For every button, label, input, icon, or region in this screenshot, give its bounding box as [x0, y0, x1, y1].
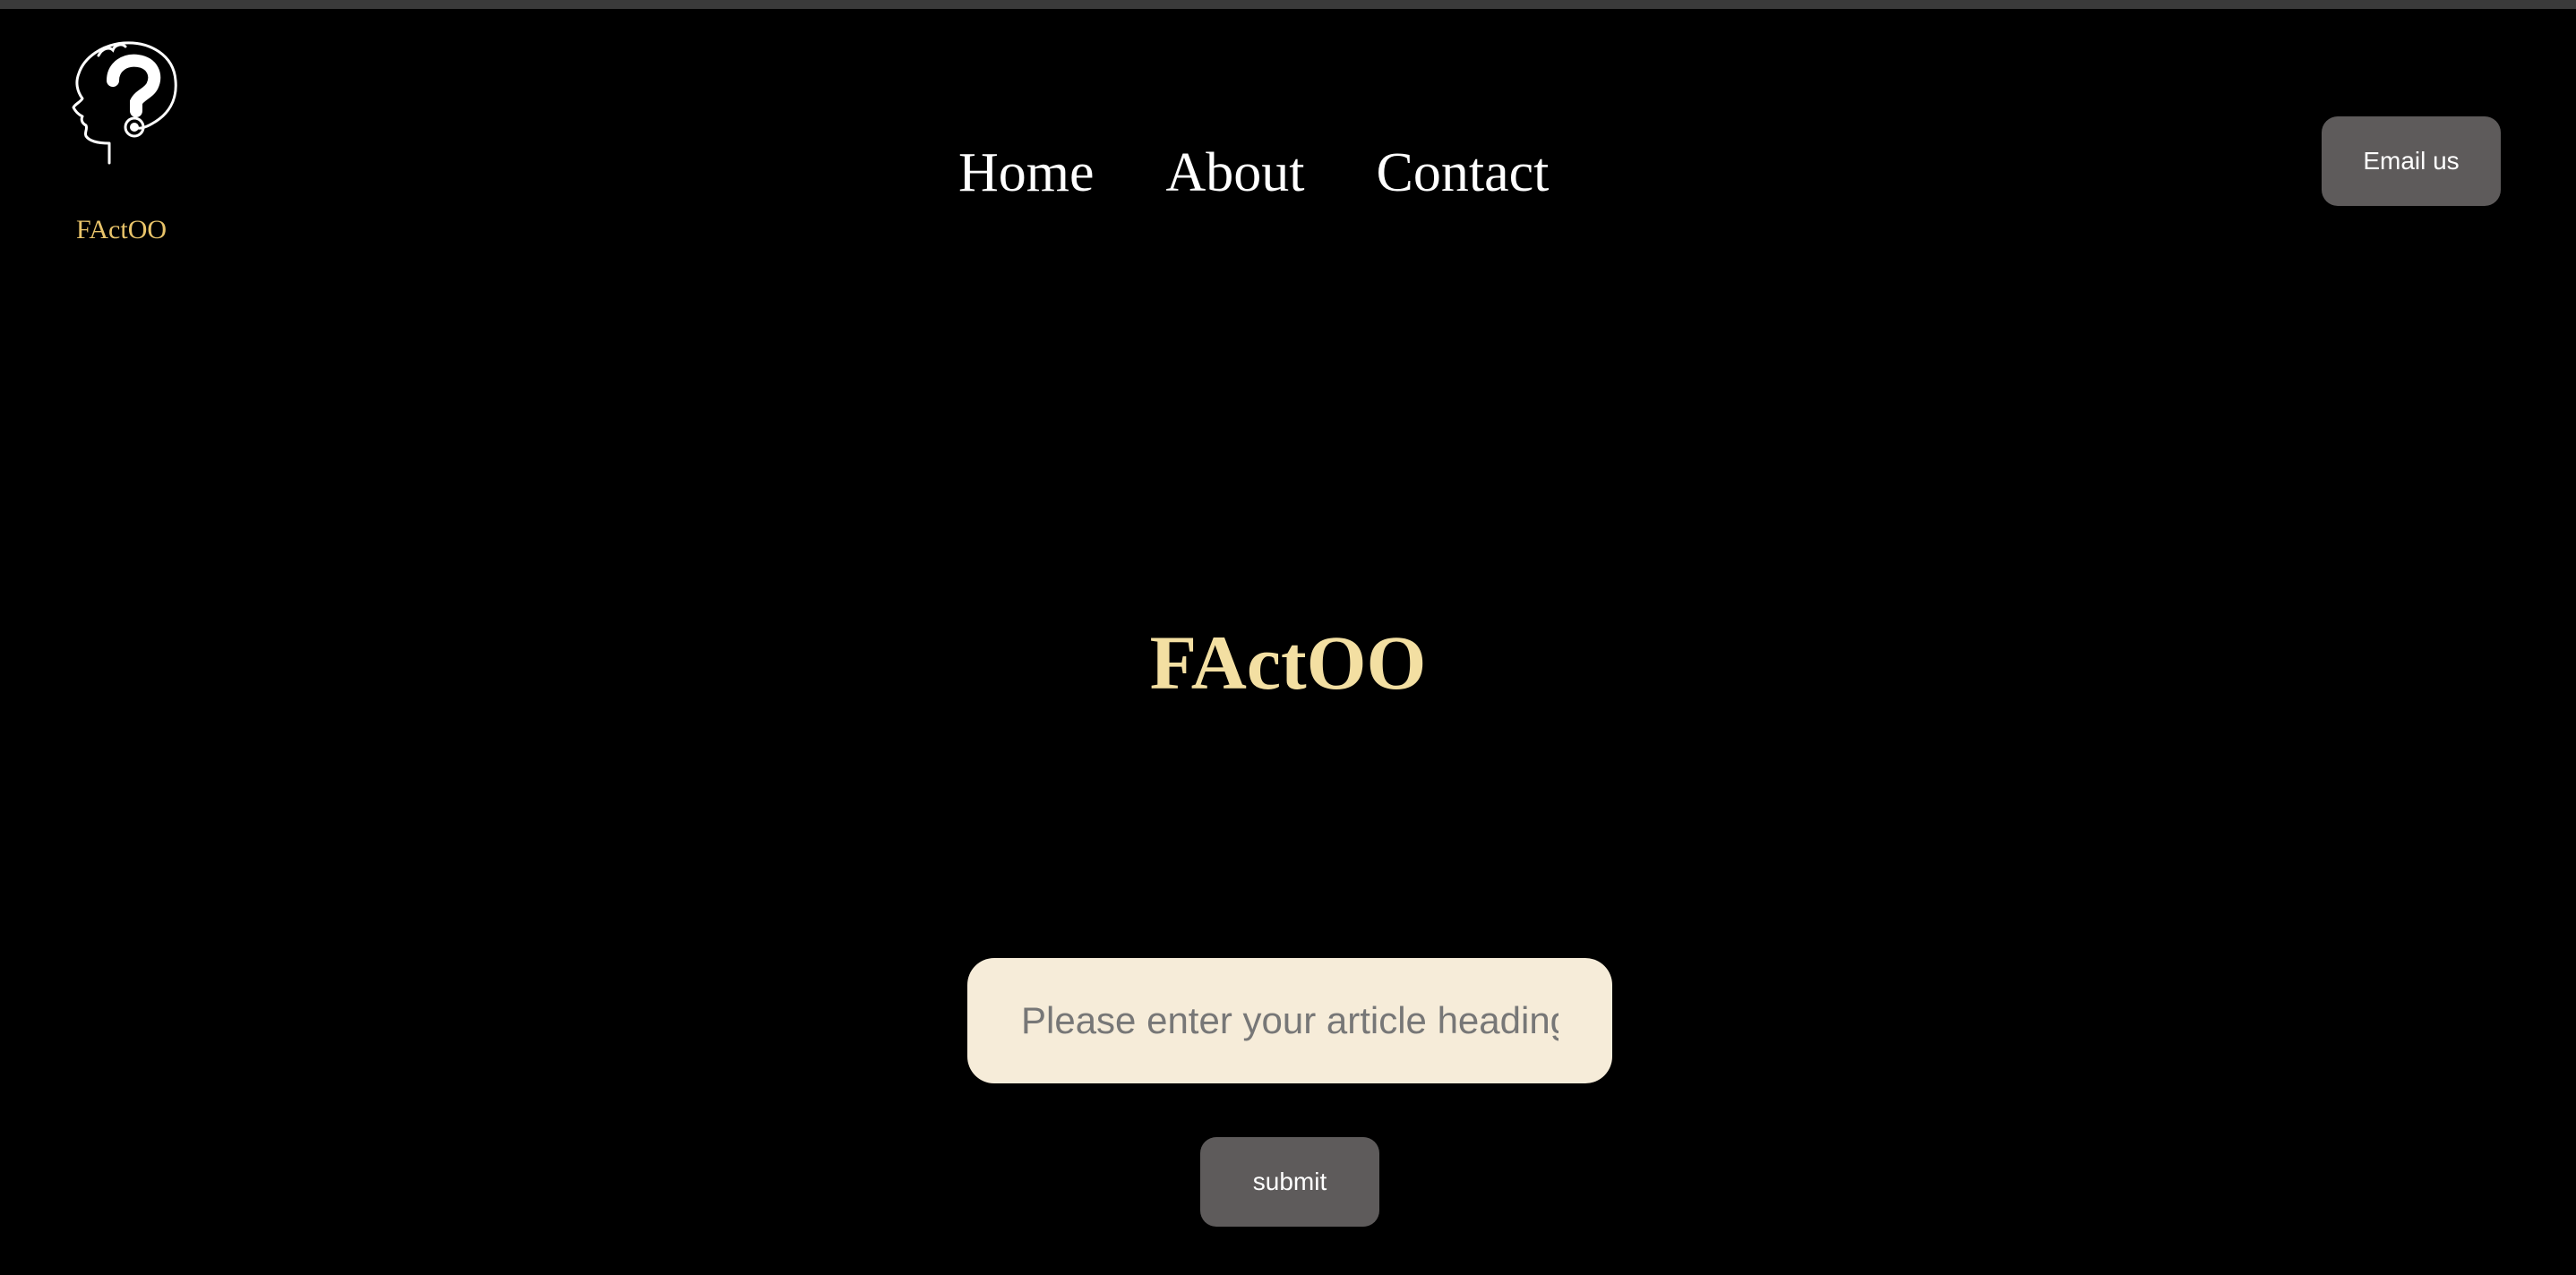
nav-link-contact[interactable]: Contact: [1377, 141, 1550, 205]
hero-title: FActOO: [1149, 620, 1427, 706]
head-question-mark-icon: [72, 41, 177, 165]
site-logo[interactable]: FActOO: [57, 39, 192, 244]
nav-link-about[interactable]: About: [1166, 141, 1305, 205]
email-us-button[interactable]: Email us: [2322, 116, 2501, 206]
nav-link-home[interactable]: Home: [958, 141, 1095, 205]
logo-text: FActOO: [75, 215, 167, 244]
submit-button[interactable]: submit: [1200, 1137, 1379, 1227]
main-nav: Home About Contact: [958, 133, 1549, 213]
article-heading-input[interactable]: [967, 958, 1612, 1083]
window-top-strip: [0, 0, 2576, 9]
